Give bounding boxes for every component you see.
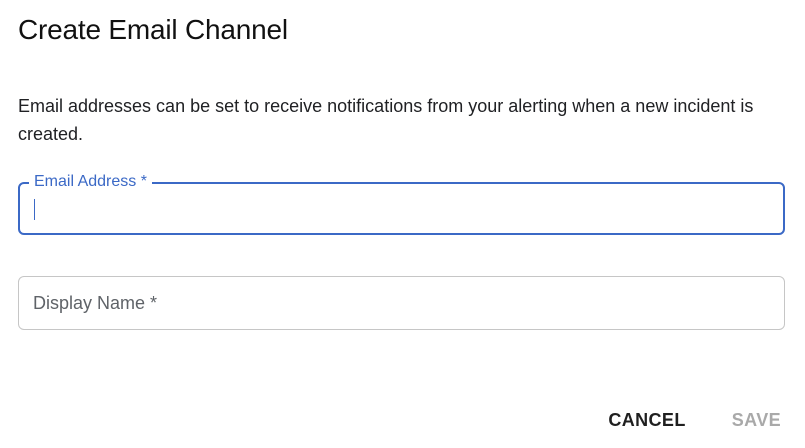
save-button[interactable]: SAVE: [732, 410, 781, 431]
email-address-field[interactable]: Email Address *: [18, 172, 785, 235]
create-email-channel-dialog: Create Email Channel Email addresses can…: [0, 0, 805, 448]
email-address-input[interactable]: [20, 184, 783, 233]
dialog-title: Create Email Channel: [18, 14, 288, 45]
display-name-input[interactable]: [19, 277, 784, 329]
display-name-field[interactable]: [18, 276, 785, 330]
dialog-description: Email addresses can be set to receive no…: [18, 96, 754, 144]
cancel-button[interactable]: CANCEL: [608, 410, 685, 431]
dialog-actions: CANCEL SAVE: [608, 410, 781, 431]
